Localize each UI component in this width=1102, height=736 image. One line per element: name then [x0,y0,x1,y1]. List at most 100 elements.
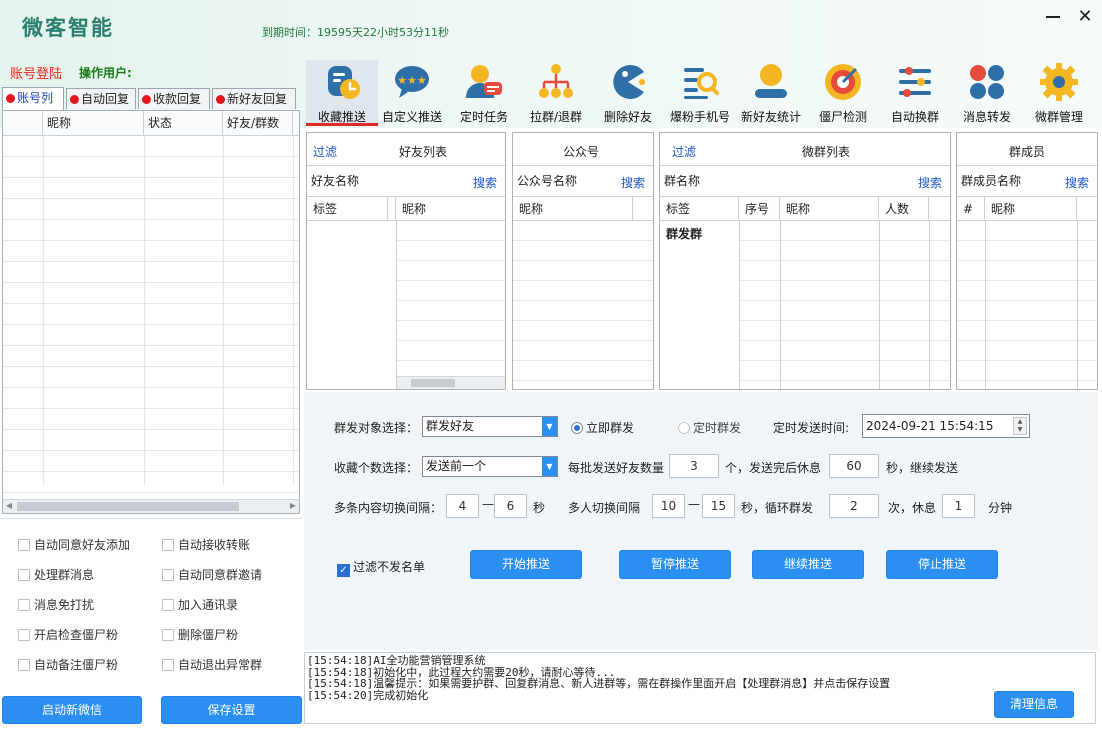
rest-seconds-input[interactable]: 60 [829,454,879,478]
opt-delete-zombie[interactable]: 删除僵尸粉 [162,626,238,643]
minimize-button[interactable] [1042,6,1064,28]
radio-empty-icon[interactable] [678,422,690,434]
tool-phone-fans[interactable]: 爆粉手机号 [664,60,736,126]
save-settings-button[interactable]: 保存设置 [161,696,302,724]
resume-push-button[interactable]: 继续推送 [752,550,864,579]
account-login-label[interactable]: 账号登陆 [10,63,62,82]
tab-payment-reply[interactable]: 收款回复 [138,88,210,109]
groups-col-index[interactable]: 序号 [739,197,780,221]
log-output[interactable]: [15:54:18]AI全功能营销管理系统 [15:54:18]初始化中，此过程… [304,652,1096,724]
official-col-nickname[interactable]: 昵称 [513,197,633,221]
minimize-icon [1046,16,1060,18]
radio-send-now[interactable]: 立即群发 [571,419,634,436]
chevron-down-icon[interactable]: ▼ [542,417,557,436]
friends-list[interactable] [397,221,505,389]
opt-remark-zombie[interactable]: 自动备注僵尸粉 [18,656,118,673]
batch-size-input[interactable]: 3 [669,454,719,478]
groups-search-label: 群名称 [664,174,701,188]
target-select[interactable]: 群发好友 ▼ [422,416,558,437]
radio-send-timed[interactable]: 定时群发 [678,419,741,436]
members-search-button[interactable]: 搜索 [1065,174,1089,191]
multi-interval-label: 多条内容切换间隔： [334,501,443,515]
multi-min-input[interactable]: 4 [446,494,479,518]
groups-col-count[interactable]: 人数 [879,197,929,221]
radio-selected-icon[interactable] [571,422,583,434]
col-nickname[interactable]: 昵称 [43,111,144,135]
person-min-input[interactable]: 10 [652,494,685,518]
groups-search-button[interactable]: 搜索 [918,174,942,191]
start-wechat-button[interactable]: 启动新微信 [2,696,142,724]
person-max-input[interactable]: 15 [702,494,735,518]
seconds-label: 秒 [533,501,546,515]
friends-col-tag[interactable]: 标签 [307,197,388,221]
fav-count-select[interactable]: 发送前一个 ▼ [422,456,558,477]
close-button[interactable]: ✕ [1074,6,1096,28]
chevron-down-icon[interactable]: ▼ [542,457,557,476]
groups-list[interactable] [740,221,950,389]
friends-scrollbar[interactable] [397,376,505,389]
batch-mid-label: 个，发送完后休息 [725,461,822,475]
friends-search-button[interactable]: 搜索 [473,174,497,191]
tool-group-manage[interactable]: 微群管理 [1023,60,1095,126]
groups-col-nickname[interactable]: 昵称 [780,197,879,221]
multi-max-input[interactable]: 6 [494,494,527,518]
clear-log-button[interactable]: 清理信息 [994,691,1074,718]
friends-col-nickname[interactable]: 昵称 [396,197,505,221]
opt-exit-abnormal-group[interactable]: 自动退出异常群 [162,656,262,673]
account-grid-header: 昵称 状态 好友/群数 [3,111,299,136]
timed-label: 定时发送时间: [773,421,850,435]
tab-new-friend-reply[interactable]: 新好友回复 [212,88,296,109]
scroll-left-icon[interactable]: ◀ [3,501,15,510]
pacman-icon [608,62,648,102]
tool-join-exit-group[interactable]: 拉群/退群 [520,60,592,126]
close-icon: ✕ [1077,6,1093,27]
account-grid-scrollbar[interactable]: ◀ ▶ [3,499,299,513]
opt-add-contacts[interactable]: 加入通讯录 [162,596,238,613]
pause-push-button[interactable]: 暂停推送 [619,550,731,579]
break-minutes-input[interactable]: 1 [942,494,975,518]
tool-auto-switch-group[interactable]: 自动换群 [879,60,951,126]
opt-auto-accept-group-invite[interactable]: 自动同意群邀请 [162,566,262,583]
filter-blacklist-checkbox[interactable]: ✓ 过滤不发名单 [337,558,425,577]
tool-custom-push[interactable]: ★★★ 自定义推送 [376,60,448,126]
spin-arrows-icon[interactable]: ▲ ▼ [1013,417,1027,435]
star-bubble-icon: ★★★ [392,62,432,102]
tool-favorites-push[interactable]: 收藏推送 [306,60,378,126]
tool-delete-friend[interactable]: 删除好友 [592,60,664,126]
members-list[interactable] [957,221,1097,389]
loop-count-input[interactable]: 2 [829,494,879,518]
group-tag-item[interactable]: 群发群 [666,225,702,242]
scroll-right-icon[interactable]: ▶ [287,501,299,510]
checkmark-icon[interactable]: ✓ [337,564,350,577]
members-col-nickname[interactable]: 昵称 [985,197,1077,221]
tool-new-friend-stats[interactable]: 新好友统计 [735,60,807,126]
opt-check-zombie[interactable]: 开启检查僵尸粉 [18,626,118,643]
friends-filter-link[interactable]: 过滤 [313,143,337,160]
dash-separator: — [688,497,700,511]
tool-scheduled-task[interactable]: 定时任务 [448,60,520,126]
status-dot-icon [142,95,151,104]
col-status[interactable]: 状态 [144,111,223,135]
opt-mute-messages[interactable]: 消息免打扰 [18,596,94,613]
scroll-thumb[interactable] [17,502,239,511]
stop-push-button[interactable]: 停止推送 [886,550,998,579]
groups-filter-link[interactable]: 过滤 [672,143,696,160]
account-grid[interactable]: 昵称 状态 好友/群数 ◀ ▶ [2,110,300,514]
tab-account-list[interactable]: 账号列 [2,87,64,110]
operator-label: 操作用户: [79,66,132,80]
friends-search-label: 好友名称 [311,174,360,188]
opt-auto-accept-friend[interactable]: 自动同意好友添加 [18,536,130,553]
groups-col-tag[interactable]: 标签 [660,197,739,221]
start-push-button[interactable]: 开始推送 [470,550,582,579]
official-search-button[interactable]: 搜索 [621,174,645,191]
opt-handle-group-msg[interactable]: 处理群消息 [18,566,94,583]
tab-auto-reply[interactable]: 自动回复 [66,88,136,109]
official-panel: 公众号 公众号名称 搜索 昵称 [512,132,654,390]
opt-auto-receive-transfer[interactable]: 自动接收转账 [162,536,250,553]
tool-message-forward[interactable]: 消息转发 [951,60,1023,126]
members-col-index[interactable]: # [957,197,985,221]
official-list[interactable] [513,221,653,389]
col-friend-group-count[interactable]: 好友/群数 [223,111,293,135]
tool-zombie-detect[interactable]: 僵尸检测 [807,60,879,126]
timed-datetime-input[interactable]: 2024-09-21 15:54:15 ▲ ▼ [862,414,1030,438]
